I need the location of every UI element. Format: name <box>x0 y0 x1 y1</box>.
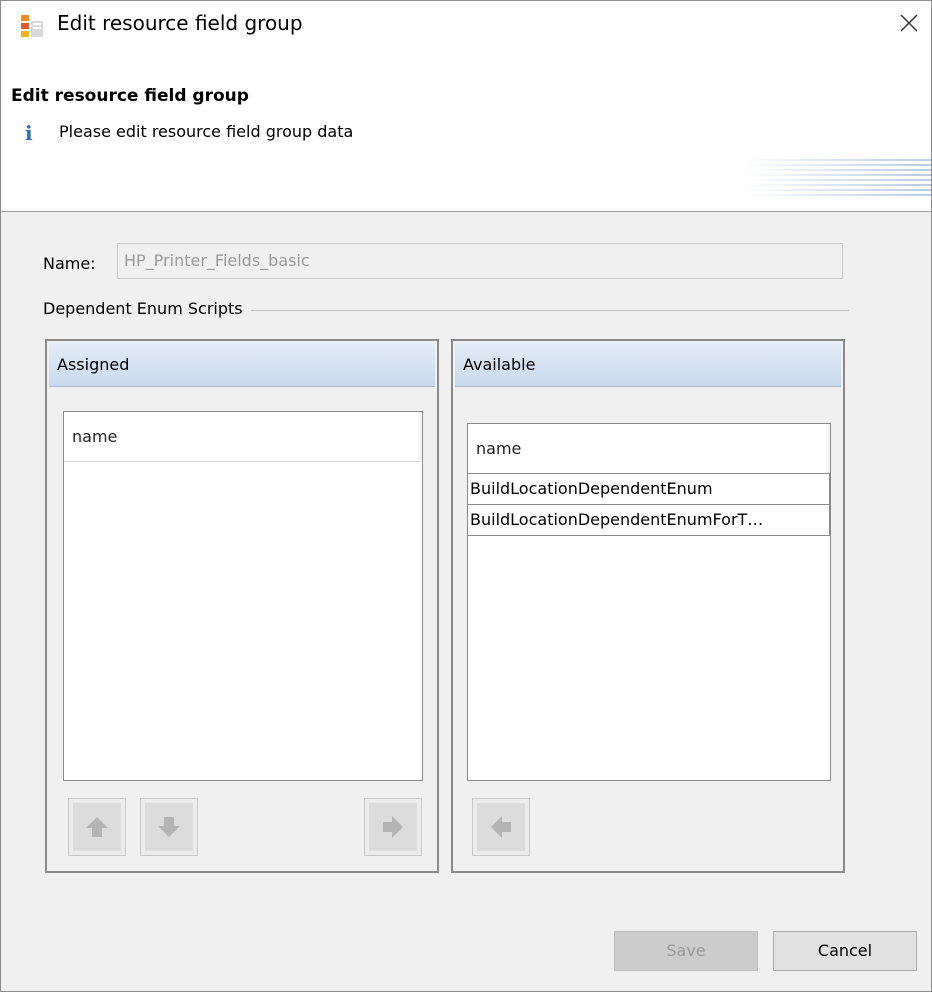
move-right-button[interactable] <box>364 798 422 856</box>
move-up-button[interactable] <box>68 798 126 856</box>
move-down-icon <box>158 817 180 837</box>
move-right-icon <box>383 816 403 838</box>
table-row[interactable]: BuildLocationDependentEnumForT… <box>468 504 830 536</box>
assigned-column-name[interactable]: name <box>64 412 422 462</box>
assigned-panel: Assigned name <box>45 339 439 873</box>
name-label: Name: <box>43 254 96 273</box>
window-title: Edit resource field group <box>57 11 303 35</box>
banner-title: Edit resource field group <box>11 86 249 106</box>
available-panel: Available name BuildLocationDependentEnu… <box>451 339 845 873</box>
banner-message: Please edit resource field group data <box>59 122 354 141</box>
app-icon <box>21 15 43 37</box>
close-icon <box>900 14 918 32</box>
name-field[interactable]: HP_Printer_Fields_basic <box>117 243 843 279</box>
dependent-enum-scripts-label: Dependent Enum Scripts <box>43 298 251 320</box>
assigned-header: Assigned <box>49 343 435 387</box>
move-down-button[interactable] <box>140 798 198 856</box>
save-button[interactable]: Save <box>614 931 758 971</box>
close-button[interactable] <box>887 1 931 45</box>
cancel-button[interactable]: Cancel <box>773 931 917 971</box>
title-bar: Edit resource field group <box>1 1 931 45</box>
move-left-button[interactable] <box>472 798 530 856</box>
available-table[interactable]: name BuildLocationDependentEnum BuildLoc… <box>467 423 831 781</box>
move-up-icon <box>86 817 108 837</box>
dialog-window: Edit resource field group Edit resource … <box>0 0 932 992</box>
header-banner: Edit resource field group i Please edit … <box>1 45 931 212</box>
table-row[interactable]: BuildLocationDependentEnum <box>468 473 830 505</box>
assigned-table[interactable]: name <box>63 411 423 781</box>
move-left-icon <box>491 816 511 838</box>
banner-decoration <box>741 159 931 201</box>
available-header: Available <box>455 343 841 387</box>
info-icon: i <box>25 121 33 145</box>
available-column-name[interactable]: name <box>468 424 830 474</box>
